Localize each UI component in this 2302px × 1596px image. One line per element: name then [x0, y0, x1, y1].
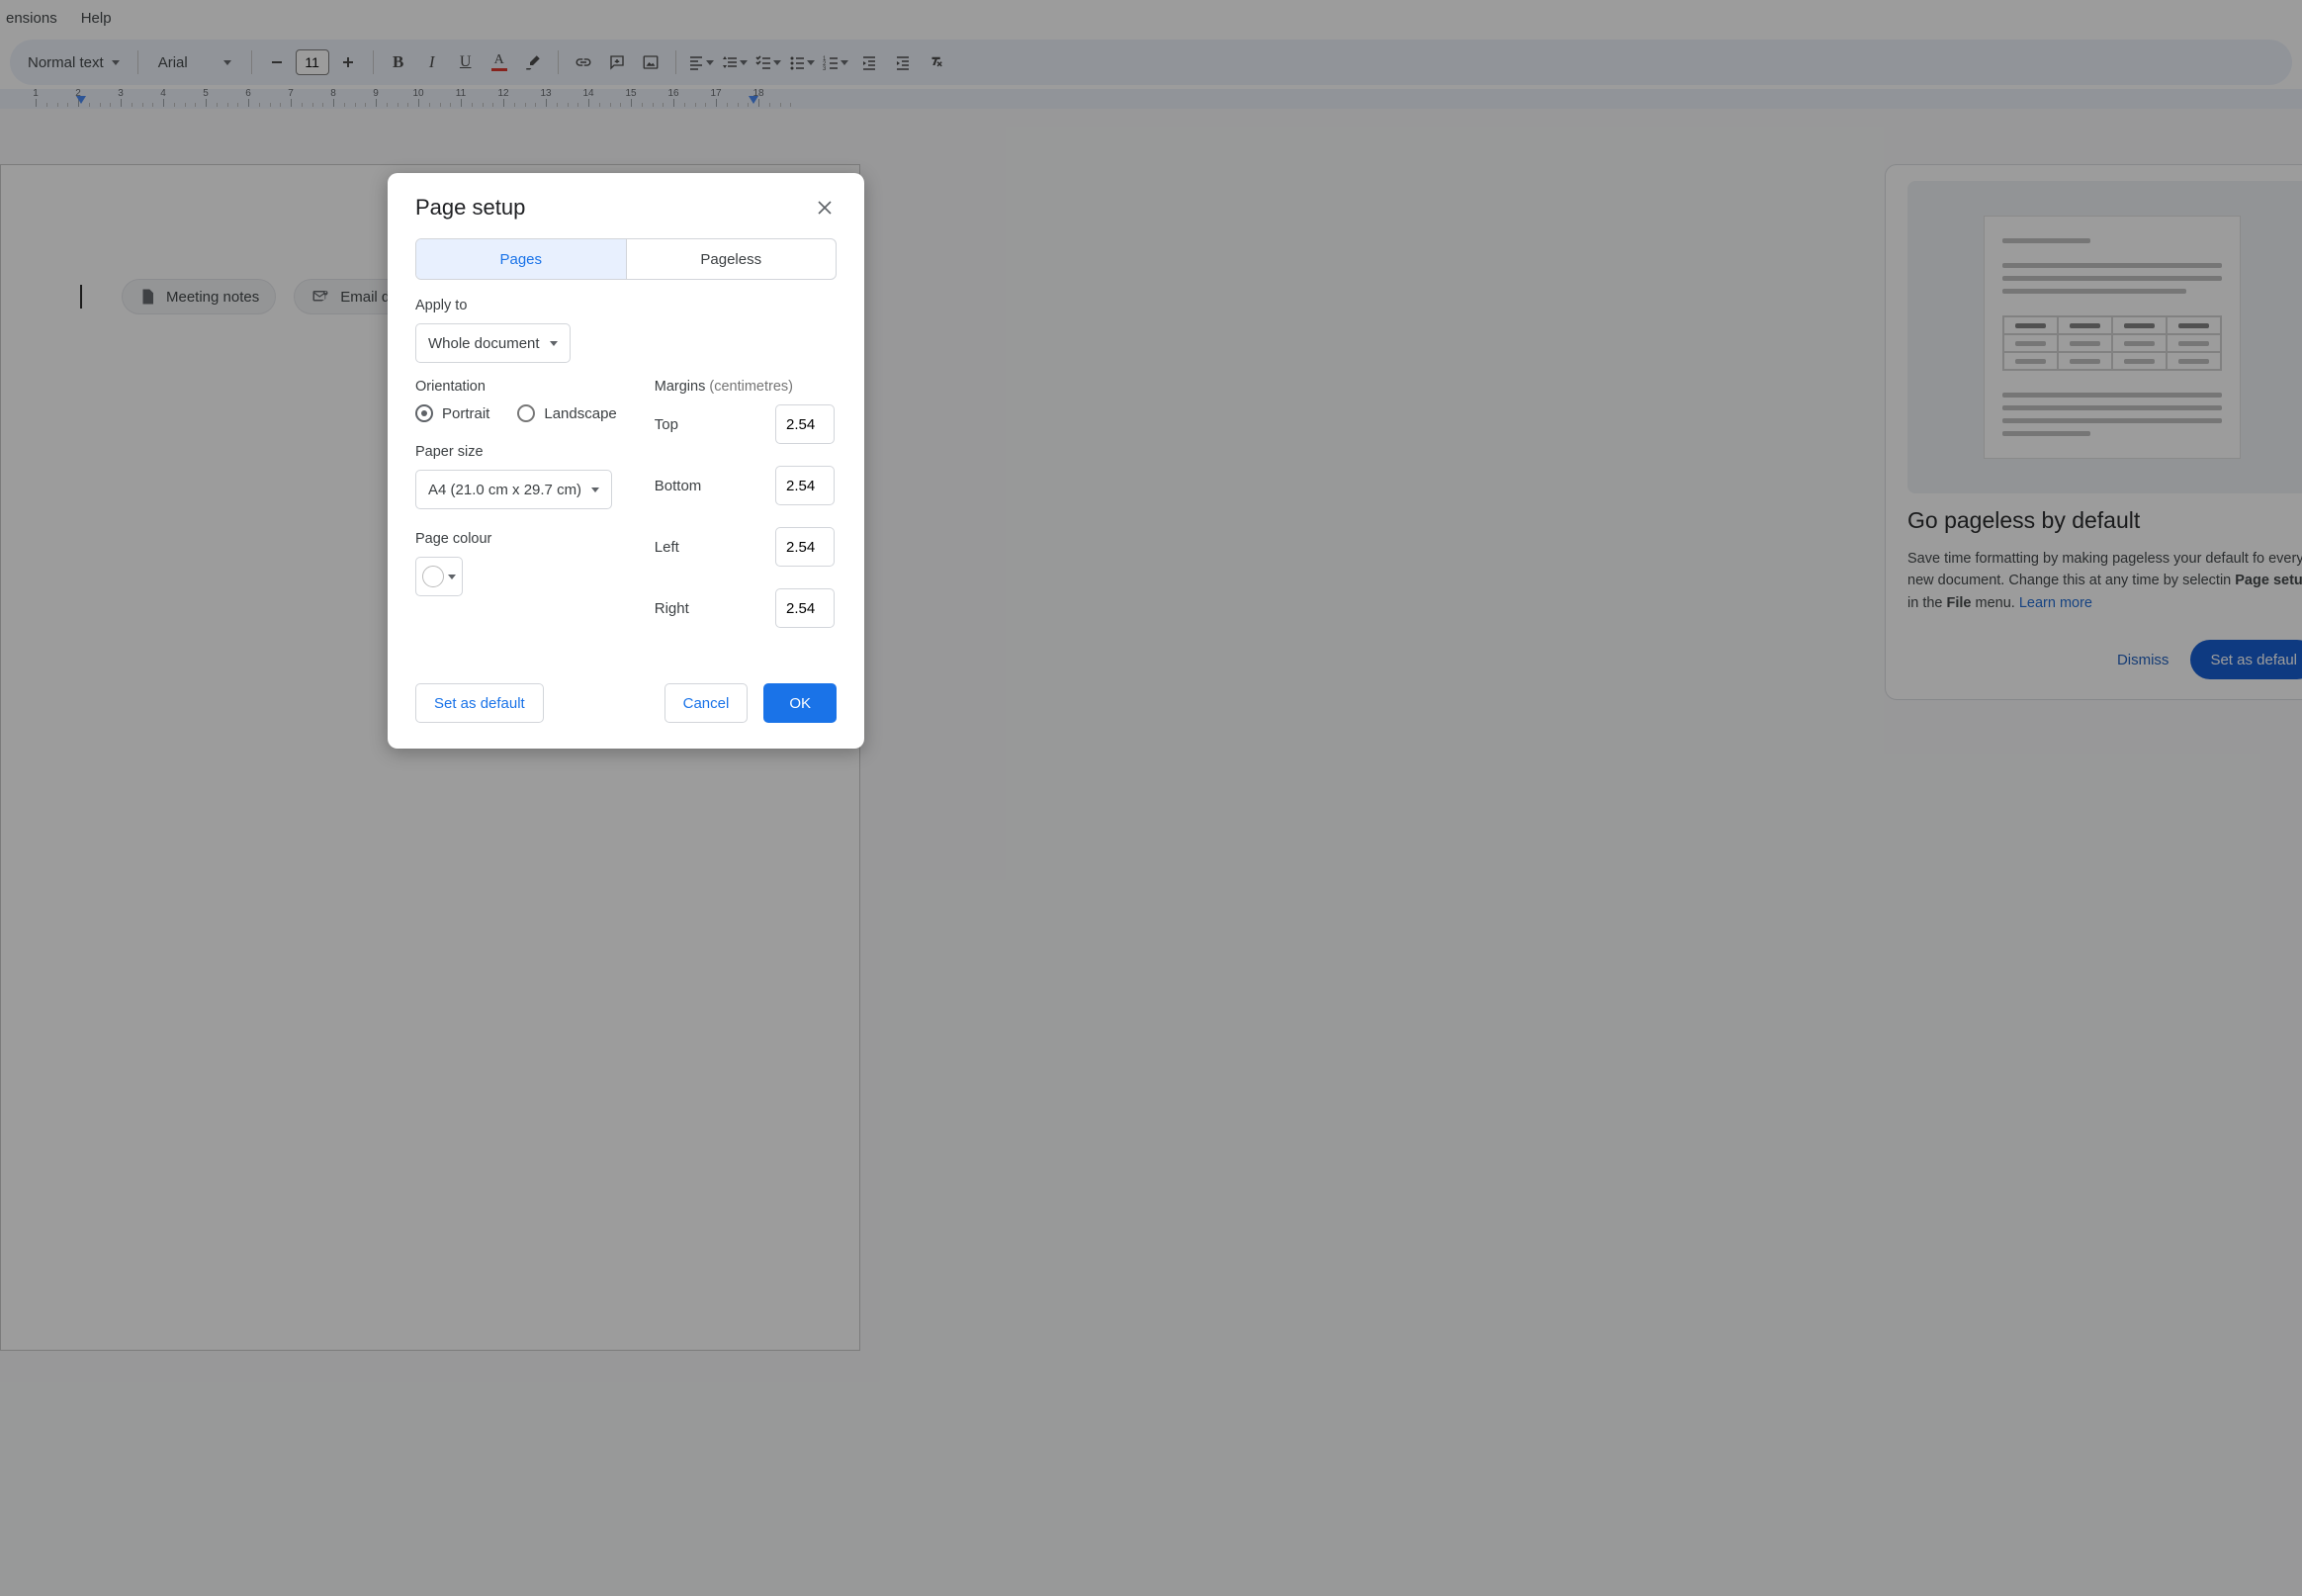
margin-right-label: Right: [655, 600, 757, 617]
page-colour-label: Page colour: [415, 531, 617, 547]
page-colour-picker[interactable]: [415, 557, 463, 596]
paper-size-dropdown[interactable]: A4 (21.0 cm x 29.7 cm): [415, 470, 612, 509]
close-icon: [817, 200, 833, 216]
tab-pages[interactable]: Pages: [416, 239, 626, 279]
margin-left-input[interactable]: [775, 527, 835, 567]
dialog-title: Page setup: [415, 195, 525, 221]
page-setup-dialog: Page setup Pages Pageless Apply to Whole…: [388, 173, 864, 749]
orientation-landscape-radio[interactable]: Landscape: [517, 404, 616, 422]
apply-to-label: Apply to: [415, 298, 837, 313]
margin-top-input[interactable]: [775, 404, 835, 444]
orientation-label: Orientation: [415, 379, 617, 395]
ok-button[interactable]: OK: [763, 683, 837, 723]
radio-icon: [415, 404, 433, 422]
margin-right-input[interactable]: [775, 588, 835, 628]
orientation-portrait-radio[interactable]: Portrait: [415, 404, 489, 422]
margin-bottom-label: Bottom: [655, 478, 757, 494]
chevron-down-icon: [591, 488, 599, 492]
chevron-down-icon: [448, 575, 456, 579]
cancel-button[interactable]: Cancel: [664, 683, 749, 723]
tab-pageless[interactable]: Pageless: [626, 239, 837, 279]
margin-bottom-input[interactable]: [775, 466, 835, 505]
pages-pageless-tabs: Pages Pageless: [415, 238, 837, 280]
margin-top-label: Top: [655, 416, 757, 433]
radio-icon: [517, 404, 535, 422]
paper-size-label: Paper size: [415, 444, 617, 460]
margins-label: Margins (centimetres): [655, 379, 837, 395]
radio-label: Portrait: [442, 405, 489, 422]
dialog-close-button[interactable]: [813, 196, 837, 220]
colour-swatch-icon: [422, 566, 444, 587]
apply-to-value: Whole document: [428, 335, 540, 352]
set-as-default-button[interactable]: Set as default: [415, 683, 544, 723]
modal-scrim[interactable]: [0, 0, 2302, 1596]
radio-label: Landscape: [544, 405, 616, 422]
paper-size-value: A4 (21.0 cm x 29.7 cm): [428, 482, 581, 498]
margin-left-label: Left: [655, 539, 757, 556]
chevron-down-icon: [550, 341, 558, 346]
apply-to-dropdown[interactable]: Whole document: [415, 323, 571, 363]
